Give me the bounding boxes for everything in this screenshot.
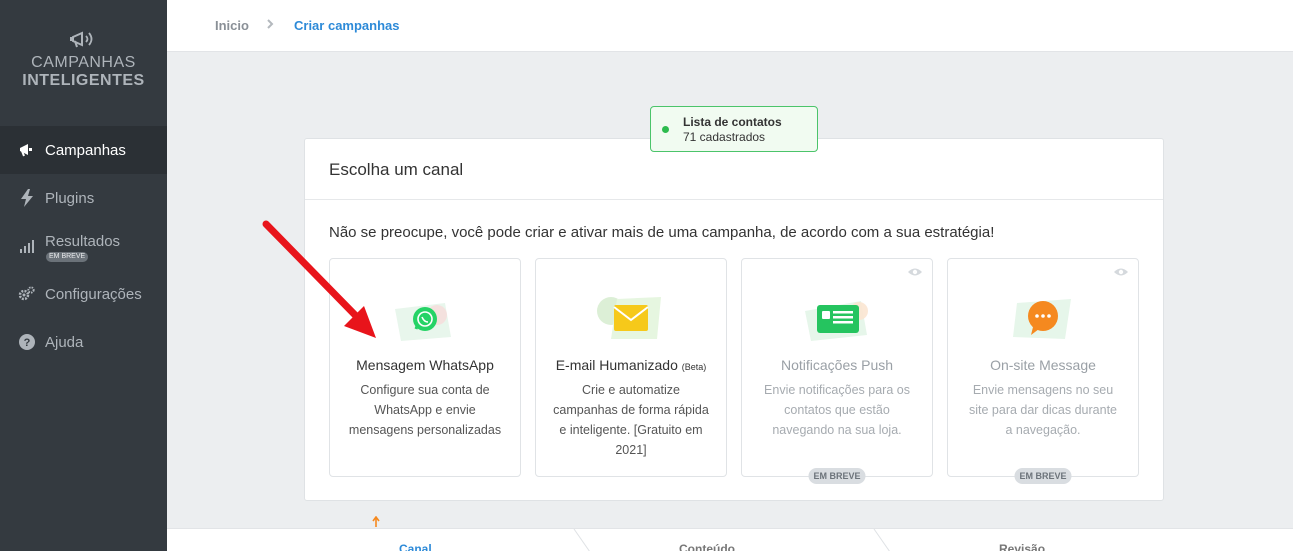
coming-soon-badge: EM BREVE	[46, 252, 89, 262]
notification-card-icon	[805, 301, 868, 341]
eye-icon[interactable]	[1113, 267, 1129, 277]
step-conteudo[interactable]: Conteúdo	[679, 542, 735, 551]
sidebar-item-label: Ajuda	[45, 333, 84, 351]
logo-line-1: CAMPANHAS	[31, 54, 136, 71]
channel-option-push[interactable]: Notificações Push Envie notificações par…	[741, 258, 933, 484]
eye-icon[interactable]	[907, 267, 923, 277]
sidebar-item-plugins[interactable]: Plugins	[0, 174, 167, 222]
svg-text:?: ?	[24, 337, 31, 349]
breadcrumb-home[interactable]: Inicio	[215, 18, 249, 33]
chevron-right-icon	[266, 18, 274, 32]
top-bar: Inicio Criar campanhas	[167, 0, 1293, 52]
chat-bubble-icon	[1013, 299, 1071, 339]
option-title: Mensagem WhatsApp	[356, 357, 494, 373]
megaphone-logo-icon	[69, 31, 92, 48]
contacts-count: 71 cadastrados	[683, 130, 766, 144]
sidebar-item-resultados[interactable]: Resultados EM BREVE	[0, 222, 167, 270]
whatsapp-icon	[395, 303, 451, 341]
wizard-steps: Canal Conteúdo Revisão	[167, 528, 1293, 551]
option-title: Notificações Push	[780, 357, 894, 373]
sidebar-item-label: Plugins	[45, 189, 95, 207]
option-description: Envie mensagens no seu site para dar dic…	[968, 383, 1117, 437]
sidebar-item-label: Configurações	[45, 285, 142, 303]
logo-line-2: INTELIGENTES	[22, 72, 145, 89]
sidebar-item-label: Resultados	[45, 232, 121, 250]
option-description: Configure sua conta de WhatsApp e envie …	[348, 383, 502, 437]
sidebar-item-configuracoes[interactable]: Configurações	[0, 270, 167, 318]
option-description: Envie notificações para os contatos que …	[764, 383, 910, 437]
step-indicator-icon	[372, 516, 380, 527]
sidebar-nav: Campanhas Plugins Resultados EM BREVE Co…	[0, 126, 167, 366]
lightning-icon	[18, 189, 36, 207]
sidebar-item-label: Campanhas	[45, 141, 126, 159]
bar-chart-icon	[18, 237, 36, 255]
step-canal[interactable]: Canal	[399, 542, 432, 551]
step-divider	[873, 529, 890, 551]
step-revisao[interactable]: Revisão	[999, 542, 1045, 551]
option-title-text: E-mail Humanizado	[555, 357, 678, 373]
channel-option-onsite[interactable]: On-site Message Envie mensagens no seu s…	[947, 258, 1139, 484]
card-description: Não se preocupe, você pode criar e ativa…	[329, 224, 995, 241]
sidebar-item-campanhas[interactable]: Campanhas	[0, 126, 167, 174]
sidebar-item-ajuda[interactable]: ? Ajuda	[0, 318, 167, 366]
coming-soon-badge: EM BREVE	[808, 468, 866, 484]
beta-tag: (Beta)	[681, 362, 707, 372]
contacts-title: Lista de contatos	[683, 115, 782, 129]
envelope-icon	[597, 297, 661, 339]
megaphone-icon	[18, 141, 36, 159]
step-divider	[573, 529, 590, 551]
channel-option-email[interactable]: E-mail Humanizado (Beta) Crie e automati…	[535, 258, 727, 477]
channel-card: Escolha um canal Não se preocupe, você p…	[304, 138, 1164, 501]
breadcrumb-current: Criar campanhas	[294, 18, 400, 33]
gears-icon	[18, 285, 36, 303]
contacts-summary: Lista de contatos 71 cadastrados	[650, 106, 818, 152]
question-circle-icon: ?	[18, 333, 36, 351]
sidebar: CAMPANHAS INTELIGENTES Campanhas Plugins…	[0, 0, 167, 551]
coming-soon-badge: EM BREVE	[1014, 468, 1072, 484]
option-title: E-mail Humanizado (Beta)	[536, 357, 726, 373]
option-title: On-site Message	[990, 357, 1096, 373]
annotation-arrow-icon	[262, 220, 376, 338]
status-dot	[662, 126, 669, 133]
app-logo[interactable]: CAMPANHAS INTELIGENTES	[0, 28, 167, 90]
option-description: Crie e automatize campanhas de forma ráp…	[553, 383, 709, 457]
